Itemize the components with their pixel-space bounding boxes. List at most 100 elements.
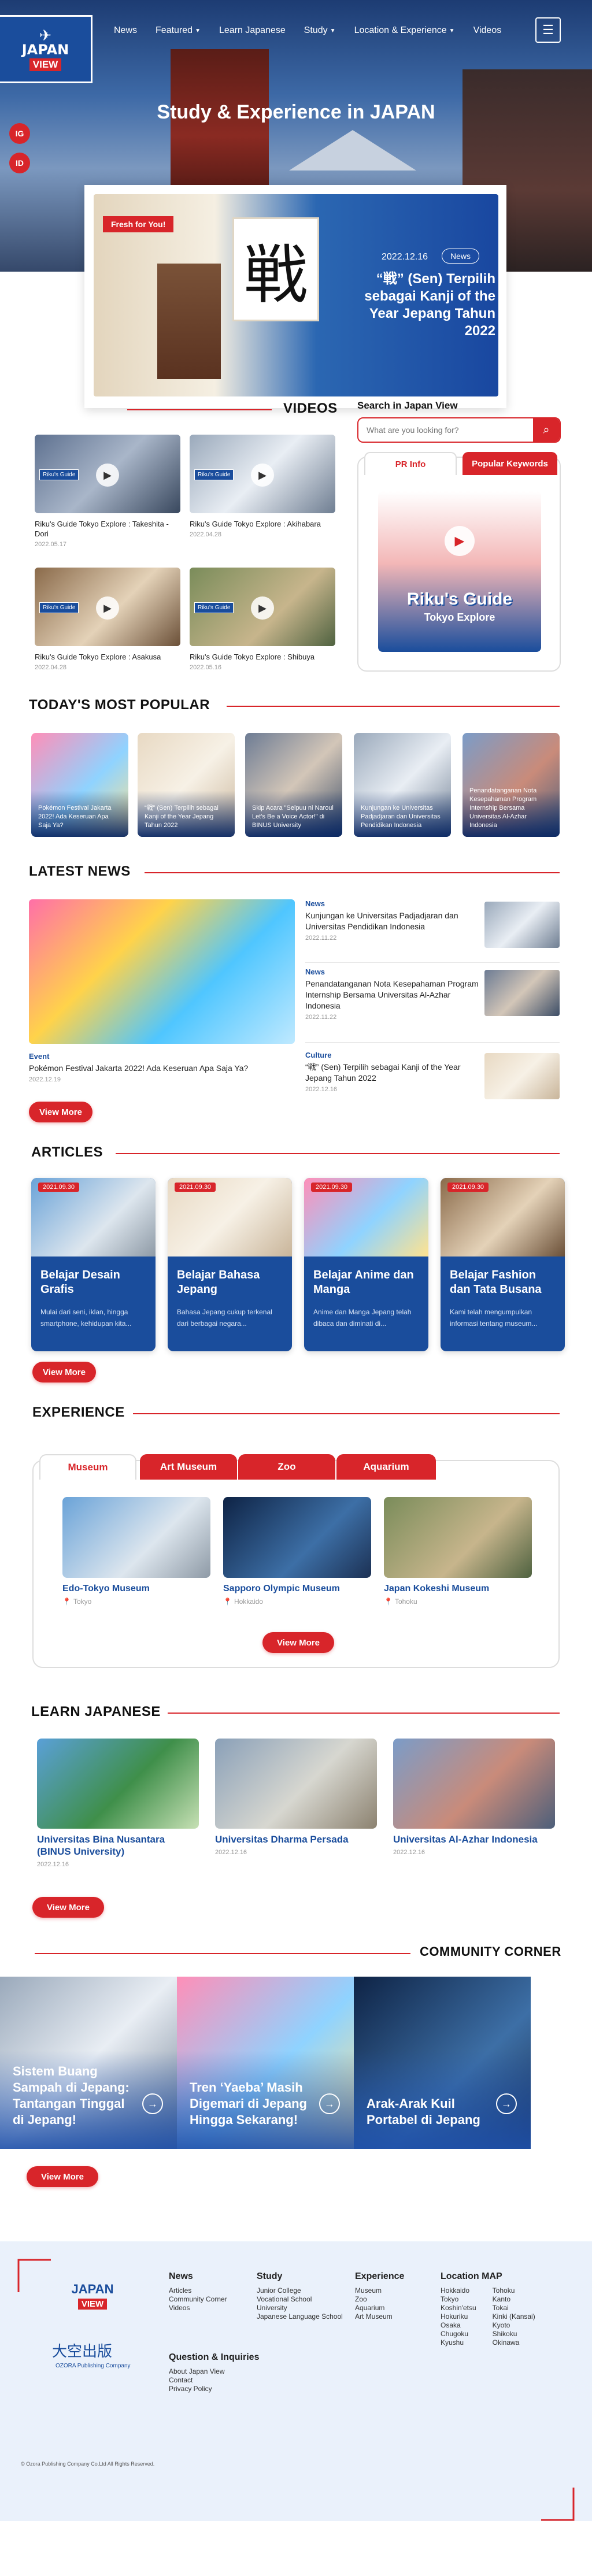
footer-link[interactable]: Kyushu bbox=[441, 2338, 476, 2347]
video-card[interactable]: Riku's Guide ▶ Riku's Guide Tokyo Explor… bbox=[35, 568, 180, 671]
footer-link[interactable]: Hokkaido bbox=[441, 2286, 476, 2295]
article-card[interactable]: 2021.09.30 Belajar Bahasa Jepang Bahasa … bbox=[168, 1178, 292, 1351]
latest-main[interactable] bbox=[29, 899, 295, 1044]
footer-link[interactable]: Chugoku bbox=[441, 2330, 476, 2338]
learn-card[interactable]: Universitas Dharma Persada 2022.12.16 bbox=[215, 1739, 377, 1856]
video-card[interactable]: Riku's Guide ▶ Riku's Guide Tokyo Explor… bbox=[35, 435, 180, 548]
community-card[interactable]: Arak-Arak Kuil Portabel di Jepang → bbox=[354, 1977, 531, 2149]
nav-location-experience[interactable]: Location & Experience ▼ bbox=[354, 25, 455, 36]
view-more-news-button[interactable]: View More bbox=[29, 1102, 92, 1122]
footer-link[interactable]: Tokai bbox=[493, 2304, 535, 2312]
footer-link[interactable]: Articles bbox=[169, 2286, 227, 2295]
experience-image bbox=[384, 1497, 532, 1578]
community-line bbox=[35, 1953, 410, 1954]
footer-link[interactable]: Tokyo bbox=[441, 2295, 476, 2304]
article-card[interactable]: 2021.09.30 Belajar Fashion dan Tata Busa… bbox=[441, 1178, 565, 1351]
footer-link[interactable]: Hokuriku bbox=[441, 2312, 476, 2321]
footer-link[interactable]: About Japan View bbox=[169, 2367, 259, 2376]
instagram-link[interactable]: IG bbox=[9, 123, 30, 144]
popular-card[interactable]: Kunjungan ke Universitas Padjadjaran dan… bbox=[354, 733, 451, 837]
nav-featured[interactable]: Featured ▼ bbox=[156, 25, 201, 36]
footer-logo[interactable]: JAPAN VIEW bbox=[58, 2282, 127, 2310]
learn-card[interactable]: Universitas Bina Nusantara (BINUS Univer… bbox=[37, 1739, 199, 1868]
news-category: Culture bbox=[305, 1051, 332, 1059]
view-more-community-button[interactable]: View More bbox=[27, 2166, 98, 2187]
corner-bracket bbox=[541, 2488, 575, 2521]
video-title: Riku's Guide Tokyo Explore : Akihabara bbox=[190, 520, 321, 528]
tab-pr-info[interactable]: PR Info bbox=[364, 452, 457, 475]
tab-aquarium[interactable]: Aquarium bbox=[336, 1454, 436, 1480]
hero-title: Study & Experience in JAPAN bbox=[157, 101, 435, 123]
nav-label: Learn Japanese bbox=[219, 25, 286, 35]
footer-link[interactable]: Osaka bbox=[441, 2321, 476, 2330]
tab-zoo[interactable]: Zoo bbox=[238, 1454, 335, 1480]
tab-art-museum[interactable]: Art Museum bbox=[140, 1454, 237, 1480]
footer-link[interactable]: Videos bbox=[169, 2304, 227, 2312]
article-desc: Bahasa Jepang cukup terkenal dari berbag… bbox=[177, 1308, 272, 1328]
video-date: 2022.05.17 bbox=[35, 541, 67, 548]
footer-link[interactable]: Koshin'etsu bbox=[441, 2304, 476, 2312]
footer-link[interactable]: Contact bbox=[169, 2376, 259, 2385]
footer-link[interactable]: Kanto bbox=[493, 2295, 535, 2304]
footer-link[interactable]: Tohoku bbox=[493, 2286, 535, 2295]
experience-location: 📍 Tokyo bbox=[62, 1598, 210, 1606]
nav-learn-japanese[interactable]: Learn Japanese bbox=[219, 25, 286, 36]
instagram-icon: IG bbox=[15, 129, 24, 138]
search-button[interactable]: ⌕ bbox=[533, 418, 560, 442]
popular-card[interactable]: Skip Acara "Selpuu ni Naroul Let's Be a … bbox=[245, 733, 342, 837]
community-card-title: Sistem Buang Sampah di Jepang: Tantangan… bbox=[13, 2064, 130, 2127]
footer-link[interactable]: Community Corner bbox=[169, 2295, 227, 2304]
experience-card[interactable]: Japan Kokeshi Museum 📍 Tohoku bbox=[384, 1497, 532, 1606]
article-title: Belajar Bahasa Jepang bbox=[177, 1269, 260, 1296]
video-card[interactable]: Riku's Guide ▶ Riku's Guide Tokyo Explor… bbox=[190, 435, 335, 538]
footer-link[interactable]: Aquarium bbox=[355, 2304, 404, 2312]
experience-panel: Museum Art Museum Zoo Aquarium Edo-Tokyo… bbox=[32, 1454, 560, 1668]
news-item[interactable]: Culture “戦” (Sen) Terpilih sebagai Kanji… bbox=[305, 1051, 560, 1109]
footer-link[interactable]: Art Museum bbox=[355, 2312, 404, 2321]
footer-link[interactable]: Vocational School bbox=[257, 2295, 343, 2304]
tab-museum[interactable]: Museum bbox=[39, 1454, 136, 1480]
menu-button[interactable]: ☰ bbox=[535, 17, 561, 43]
videos-line bbox=[127, 409, 272, 410]
community-card[interactable]: Tren ‘Yaeba’ Masih Digemari di Jepang Hi… bbox=[177, 1977, 354, 2149]
nav-study[interactable]: Study ▼ bbox=[304, 25, 336, 36]
footer-link[interactable]: Okinawa bbox=[493, 2338, 535, 2347]
footer-link[interactable]: Junior College bbox=[257, 2286, 343, 2295]
nav-news[interactable]: News bbox=[114, 25, 137, 36]
id-language-link[interactable]: ID bbox=[9, 153, 30, 173]
news-item[interactable]: News Kunjungan ke Universitas Padjadjara… bbox=[305, 899, 560, 963]
experience-card[interactable]: Sapporo Olympic Museum 📍 Hokkaido bbox=[223, 1497, 371, 1606]
tab-popular-keywords[interactable]: Popular Keywords bbox=[462, 452, 557, 475]
footer-link[interactable]: Museum bbox=[355, 2286, 404, 2295]
footer-link[interactable]: Kyoto bbox=[493, 2321, 535, 2330]
footer-link[interactable]: Zoo bbox=[355, 2295, 404, 2304]
footer-link[interactable]: Kinki (Kansai) bbox=[493, 2312, 535, 2321]
pr-video-thumbnail[interactable]: ▶ Riku's Guide Tokyo Explore bbox=[378, 491, 541, 652]
news-item[interactable]: News Penandatanganan Nota Kesepahaman Pr… bbox=[305, 968, 560, 1043]
nav-videos[interactable]: Videos bbox=[473, 25, 502, 36]
footer-link[interactable]: Japanese Language School bbox=[257, 2312, 343, 2321]
caret-down-icon: ▼ bbox=[449, 27, 455, 34]
experience-card[interactable]: Edo-Tokyo Museum 📍 Tokyo bbox=[62, 1497, 210, 1606]
footer-link[interactable]: University bbox=[257, 2304, 343, 2312]
view-more-learn-button[interactable]: View More bbox=[32, 1897, 104, 1918]
footer-link[interactable]: Privacy Policy bbox=[169, 2385, 259, 2393]
video-card[interactable]: Riku's Guide ▶ Riku's Guide Tokyo Explor… bbox=[190, 568, 335, 671]
community-card[interactable]: Sistem Buang Sampah di Jepang: Tantangan… bbox=[0, 1977, 177, 2149]
article-card[interactable]: 2021.09.30 Belajar Desain Grafis Mulai d… bbox=[31, 1178, 156, 1351]
article-card[interactable]: 2021.09.30 Belajar Anime dan Manga Anime… bbox=[304, 1178, 428, 1351]
view-more-articles-button[interactable]: View More bbox=[32, 1362, 96, 1382]
popular-card[interactable]: Penandatanganan Nota Kesepahaman Program… bbox=[462, 733, 560, 837]
site-logo[interactable]: ✈ JAPAN VIEW bbox=[0, 15, 92, 83]
view-more-experience-button[interactable]: View More bbox=[262, 1632, 334, 1653]
footer-link[interactable]: Shikoku bbox=[493, 2330, 535, 2338]
search-input[interactable] bbox=[367, 425, 533, 435]
nav-label: News bbox=[114, 25, 138, 35]
featured-article[interactable]: 戦 Fresh for You! 2022.12.16 News “戦” (Se… bbox=[84, 185, 506, 408]
popular-card[interactable]: Pokémon Festival Jakarta 2022! Ada Keser… bbox=[31, 733, 128, 837]
learn-card[interactable]: Universitas Al-Azhar Indonesia 2022.12.1… bbox=[393, 1739, 555, 1856]
search-box: ⌕ bbox=[357, 417, 561, 443]
experience-title: EXPERIENCE bbox=[32, 1404, 125, 1420]
popular-card[interactable]: “戦” (Sen) Terpilih sebagai Kanji of the … bbox=[138, 733, 235, 837]
article-desc: Kami telah mengumpulkan informasi tentan… bbox=[450, 1308, 538, 1328]
